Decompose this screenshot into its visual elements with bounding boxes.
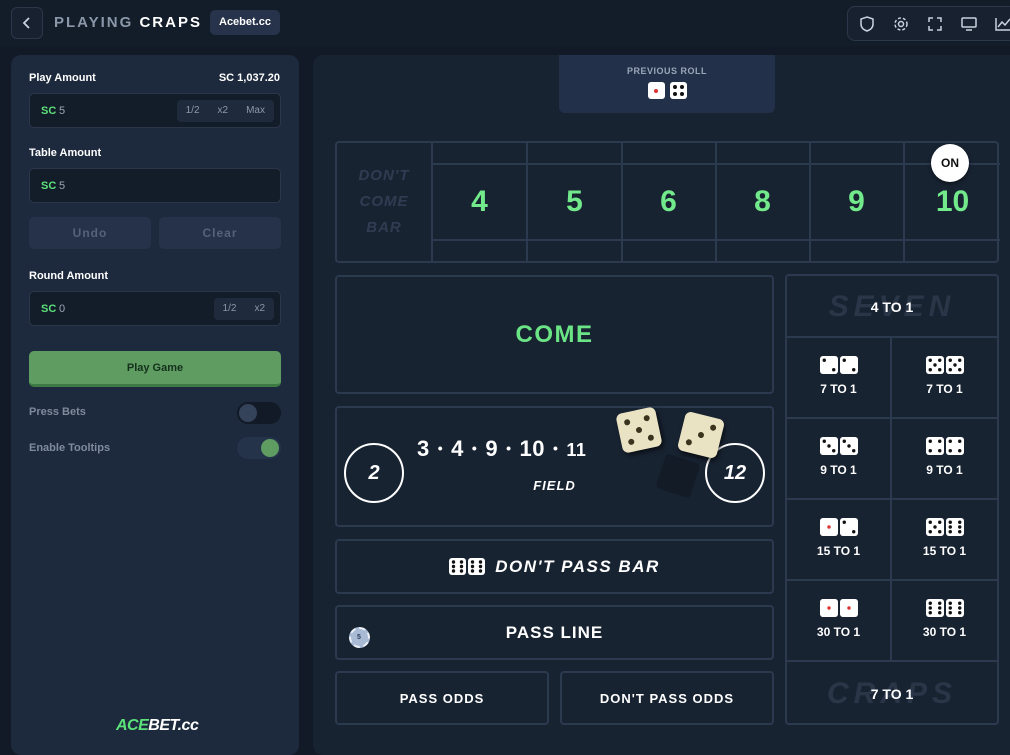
dice-icon: [787, 599, 890, 617]
pass-odds-area[interactable]: PASS ODDS: [335, 671, 549, 725]
dont-pass-bar-area[interactable]: DON'T PASS BAR: [335, 539, 774, 594]
currency-label: SC: [41, 303, 57, 315]
hardway-bet[interactable]: 9 TO 1: [892, 419, 997, 500]
tooltips-label: Enable Tooltips: [29, 442, 111, 454]
point-9[interactable]: 9: [810, 143, 905, 261]
chart-icon[interactable]: [994, 15, 1010, 33]
round-amount-label: Round Amount: [29, 270, 109, 282]
pass-line-area[interactable]: 5 PASS LINE: [335, 605, 774, 660]
rolling-die-five: [615, 406, 663, 454]
table-amount-label: Table Amount: [29, 147, 102, 159]
clear-button[interactable]: Clear: [159, 217, 281, 249]
half-button[interactable]: 1/2: [177, 100, 209, 122]
point-6[interactable]: 6: [622, 143, 717, 261]
dont-come-bar[interactable]: DON'T COME BAR: [337, 143, 433, 261]
play-game-button[interactable]: Play Game: [29, 351, 281, 387]
page-title: PLAYING CRAPS: [54, 14, 202, 31]
proposition-bets: SEVEN 4 TO 1 7 TO 1 7 TO 1 9 TO 1 9 TO 1 15 …: [785, 274, 999, 725]
round-amount-value: 0: [59, 303, 66, 315]
any-seven-bet[interactable]: SEVEN 4 TO 1: [787, 276, 997, 338]
die-one: [647, 82, 665, 99]
point-4[interactable]: 4: [433, 143, 528, 261]
site-badge: Acebet.cc: [210, 10, 280, 35]
half-button[interactable]: 1/2: [214, 298, 246, 320]
max-button[interactable]: Max: [237, 100, 274, 122]
double-six-dice-icon: [449, 558, 486, 575]
currency-label: SC: [41, 180, 57, 192]
tooltips-toggle[interactable]: [237, 437, 281, 459]
seven-payout: 4 TO 1: [870, 299, 914, 315]
dice-icon: [892, 437, 997, 455]
hardway-bet[interactable]: 15 TO 1: [787, 500, 892, 581]
play-amount-value: 5: [59, 105, 66, 117]
pass-line-label: PASS LINE: [505, 622, 604, 642]
balance: SC 1,037.20: [218, 72, 280, 84]
toolbar-icons: [847, 6, 1010, 41]
double-button[interactable]: x2: [245, 298, 274, 320]
die-four: [669, 82, 687, 99]
bet-sidebar: Play Amount SC 1,037.20 SC 5 1/2 x2 Max …: [11, 55, 299, 755]
previous-roll-label: PREVIOUS ROLL: [626, 66, 707, 76]
hardway-bet[interactable]: 30 TO 1: [787, 581, 892, 662]
undo-button[interactable]: Undo: [29, 217, 151, 249]
payout-label: 30 TO 1: [816, 625, 861, 639]
chevron-left-icon: [22, 17, 30, 29]
hardway-bet[interactable]: 7 TO 1: [787, 338, 892, 419]
points-row: DON'T COME BAR 4 5 6 8 9 10: [335, 141, 1000, 263]
hardway-bet[interactable]: 15 TO 1: [892, 500, 997, 581]
play-amount-input[interactable]: SC 5 1/2 x2 Max: [29, 93, 281, 128]
back-button[interactable]: [11, 7, 43, 39]
any-craps-bet[interactable]: CRAPS 7 TO 1: [787, 663, 997, 725]
gear-icon[interactable]: [892, 15, 910, 33]
on-puck: ON: [931, 144, 969, 182]
dice-icon: [787, 437, 890, 455]
round-amount-field: SC 0 1/2 x2: [29, 291, 281, 326]
currency-label: SC: [41, 105, 57, 117]
field-numbers: 3 • 4 • 9 • 10 • 11: [417, 436, 587, 461]
hardway-bet[interactable]: 30 TO 1: [892, 581, 997, 662]
play-amount-modifiers: 1/2 x2 Max: [176, 100, 274, 122]
payout-label: 9 TO 1: [926, 463, 963, 477]
play-amount-label: Play Amount: [29, 72, 96, 84]
toggle-knob: [239, 404, 257, 422]
hardway-bet[interactable]: 7 TO 1: [892, 338, 997, 419]
theater-mode-icon[interactable]: [960, 15, 978, 33]
dice-icon: [787, 356, 890, 374]
payout-label: 15 TO 1: [816, 544, 861, 558]
acebet-logo: ACEBET.cc: [116, 717, 199, 734]
bet-chip: 5: [349, 627, 370, 648]
dice-icon: [787, 518, 890, 536]
payout-label: 30 TO 1: [922, 625, 967, 639]
field-2-circle: 2: [344, 443, 404, 503]
toggle-knob: [261, 439, 279, 457]
payout-label: 9 TO 1: [820, 463, 857, 477]
hardway-bet[interactable]: 9 TO 1: [787, 419, 892, 500]
payout-label: 7 TO 1: [926, 382, 963, 396]
come-area[interactable]: COME: [335, 275, 774, 394]
payout-label: 7 TO 1: [820, 382, 857, 396]
point-8[interactable]: 8: [716, 143, 811, 261]
fullscreen-icon[interactable]: [926, 15, 944, 33]
shield-icon[interactable]: [858, 15, 876, 33]
round-amount-modifiers: 1/2 x2: [213, 298, 274, 320]
table-amount-field: SC 5: [29, 168, 281, 203]
previous-roll-dice: [647, 82, 687, 99]
craps-payout: 7 TO 1: [870, 686, 914, 702]
press-bets-label: Press Bets: [29, 406, 86, 418]
double-button[interactable]: x2: [209, 100, 238, 122]
top-bar: PLAYING CRAPS Acebet.cc: [0, 0, 1010, 46]
dice-icon: [892, 356, 997, 374]
dont-pass-bar-label: DON'T PASS BAR: [495, 556, 660, 576]
press-bets-toggle[interactable]: [237, 402, 281, 424]
table-amount-value: 5: [59, 180, 66, 192]
previous-roll-panel: PREVIOUS ROLL: [559, 55, 775, 113]
payout-label: 15 TO 1: [922, 544, 967, 558]
point-5[interactable]: 5: [528, 143, 623, 261]
dont-pass-odds-area[interactable]: DON'T PASS ODDS: [560, 671, 774, 725]
dice-icon: [892, 518, 997, 536]
dice-icon: [892, 599, 997, 617]
